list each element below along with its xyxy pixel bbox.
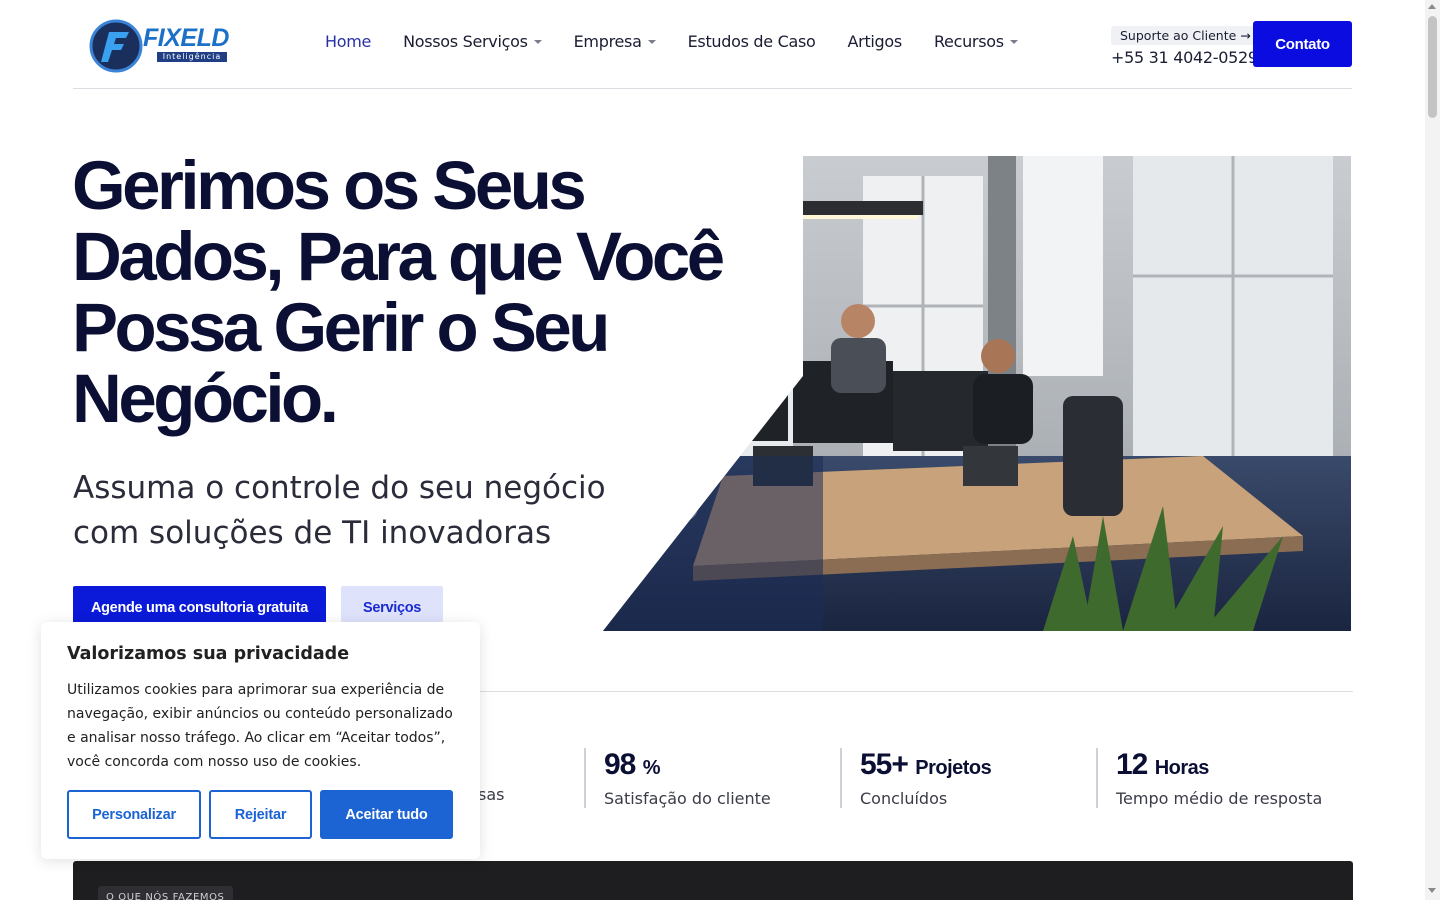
nav-nossos-servicos[interactable]: Nossos Serviços [403,32,542,51]
nav-recursos[interactable]: Recursos [934,32,1018,51]
stat-partial-label: sas [478,785,505,804]
stat-unit: Horas [1154,757,1210,779]
stat-number: 55+ [860,748,909,781]
cookie-consent-banner: Valorizamos sua privacidade Utilizamos c… [41,622,480,859]
cookie-text: Utilizamos cookies para aprimorar sua ex… [67,682,453,770]
stat-label: Tempo médio de resposta [1116,789,1323,808]
nav-artigos[interactable]: Artigos [848,32,903,51]
section-tag: O QUE NÓS FAZEMOS [98,886,233,900]
site-header: FIXELD Inteligência Home Nossos Serviços… [73,0,1352,89]
stat-label: Satisfação do cliente [604,789,771,808]
scroll-down-arrow-icon[interactable] [1428,888,1436,893]
nav-empresa[interactable]: Empresa [574,32,656,51]
nav-empresa-label: Empresa [573,32,642,51]
logo-mark-icon [89,19,143,73]
scroll-thumb[interactable] [1428,16,1437,118]
nav-home[interactable]: Home [325,32,371,51]
main-nav: Home Nossos Serviços Empresa Estudos de … [325,32,1050,51]
stat-number: 98 [604,748,636,781]
support-link[interactable]: Suporte ao Cliente → [1111,26,1260,45]
stat-number: 12 [1116,748,1148,781]
stat-label: Concluídos [860,789,948,808]
stat-value: 55+ Projetos [860,748,992,785]
contact-button[interactable]: Contato [1253,21,1352,67]
services-section: O QUE NÓS FAZEMOS [73,861,1353,900]
hero-subtitle: Assuma o controle do seu negócio com sol… [73,470,606,551]
customize-button[interactable]: Personalizar [67,790,201,839]
stat-projects: 55+ Projetos Concluídos [840,748,992,808]
page-scrollbar[interactable] [1425,0,1440,900]
nav-nossos-servicos-label: Nossos Serviços [403,32,528,51]
nav-estudos-de-caso[interactable]: Estudos de Caso [688,32,816,51]
scroll-up-arrow-icon[interactable] [1428,4,1436,9]
logo[interactable]: FIXELD Inteligência [89,18,229,74]
caret-down-icon [647,39,656,44]
stat-satisfaction: 98 % Satisfação do cliente [584,748,771,808]
stat-unit: % [642,757,661,779]
stat-response-time: 12 Horas Tempo médio de resposta [1096,748,1322,808]
nav-recursos-label: Recursos [933,32,1004,51]
caret-down-icon [1009,39,1018,44]
reject-button[interactable]: Rejeitar [209,790,312,839]
stat-value: 98 % [604,748,771,785]
stat-value: 12 Horas [1116,748,1322,785]
logo-subtitle: Inteligência [157,52,227,62]
phone-number[interactable]: +55 31 4042-0529 [1111,48,1258,67]
logo-text: FIXELD [143,24,229,52]
stat-unit: Projetos [915,757,992,779]
hero-office-image [603,156,1351,631]
cookie-title: Valorizamos sua privacidade [67,644,350,664]
caret-down-icon [533,39,542,44]
accept-all-button[interactable]: Aceitar tudo [320,790,453,839]
